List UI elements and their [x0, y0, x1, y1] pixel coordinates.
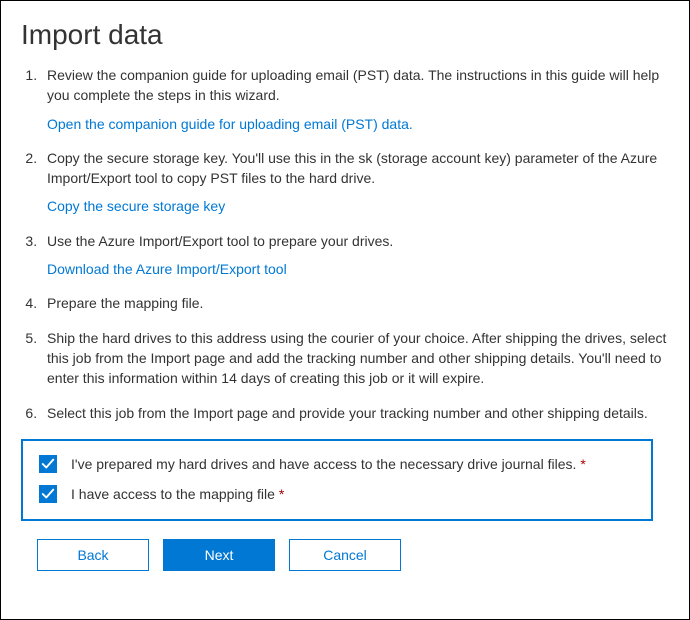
- step-item: Copy the secure storage key. You'll use …: [41, 148, 669, 217]
- back-button[interactable]: Back: [37, 539, 149, 571]
- checkbox-mapping-label: I have access to the mapping file: [71, 486, 275, 502]
- page-title: Import data: [21, 19, 669, 51]
- step-text: Use the Azure Import/Export tool to prep…: [47, 233, 393, 249]
- download-import-export-tool-link[interactable]: Download the Azure Import/Export tool: [47, 259, 669, 279]
- check-row-drives: I've prepared my hard drives and have ac…: [39, 455, 635, 473]
- wizard-buttons: Back Next Cancel: [37, 539, 669, 571]
- step-item: Prepare the mapping file.: [41, 293, 669, 313]
- step-item: Use the Azure Import/Export tool to prep…: [41, 231, 669, 280]
- checkbox-drives-label: I've prepared my hard drives and have ac…: [71, 456, 576, 472]
- step-item: Select this job from the Import page and…: [41, 403, 669, 423]
- checkmark-icon: [41, 457, 55, 471]
- step-text: Select this job from the Import page and…: [47, 405, 648, 421]
- step-text: Review the companion guide for uploading…: [47, 67, 659, 103]
- confirmation-panel: I've prepared my hard drives and have ac…: [21, 439, 653, 521]
- cancel-button[interactable]: Cancel: [289, 539, 401, 571]
- step-text: Ship the hard drives to this address usi…: [47, 330, 666, 387]
- required-star: *: [279, 486, 284, 502]
- checkmark-icon: [41, 487, 55, 501]
- wizard-import-data: Import data Review the companion guide f…: [0, 0, 690, 620]
- step-text: Prepare the mapping file.: [47, 295, 203, 311]
- step-text: Copy the secure storage key. You'll use …: [47, 150, 657, 186]
- checkbox-mapping[interactable]: [39, 485, 57, 503]
- checkbox-drives[interactable]: [39, 455, 57, 473]
- steps-list: Review the companion guide for uploading…: [21, 65, 669, 423]
- copy-storage-key-link[interactable]: Copy the secure storage key: [47, 196, 669, 216]
- step-item: Ship the hard drives to this address usi…: [41, 328, 669, 389]
- step-item: Review the companion guide for uploading…: [41, 65, 669, 134]
- open-companion-guide-link[interactable]: Open the companion guide for uploading e…: [47, 114, 669, 134]
- required-star: *: [580, 456, 585, 472]
- check-row-mapping: I have access to the mapping file *: [39, 485, 635, 503]
- next-button[interactable]: Next: [163, 539, 275, 571]
